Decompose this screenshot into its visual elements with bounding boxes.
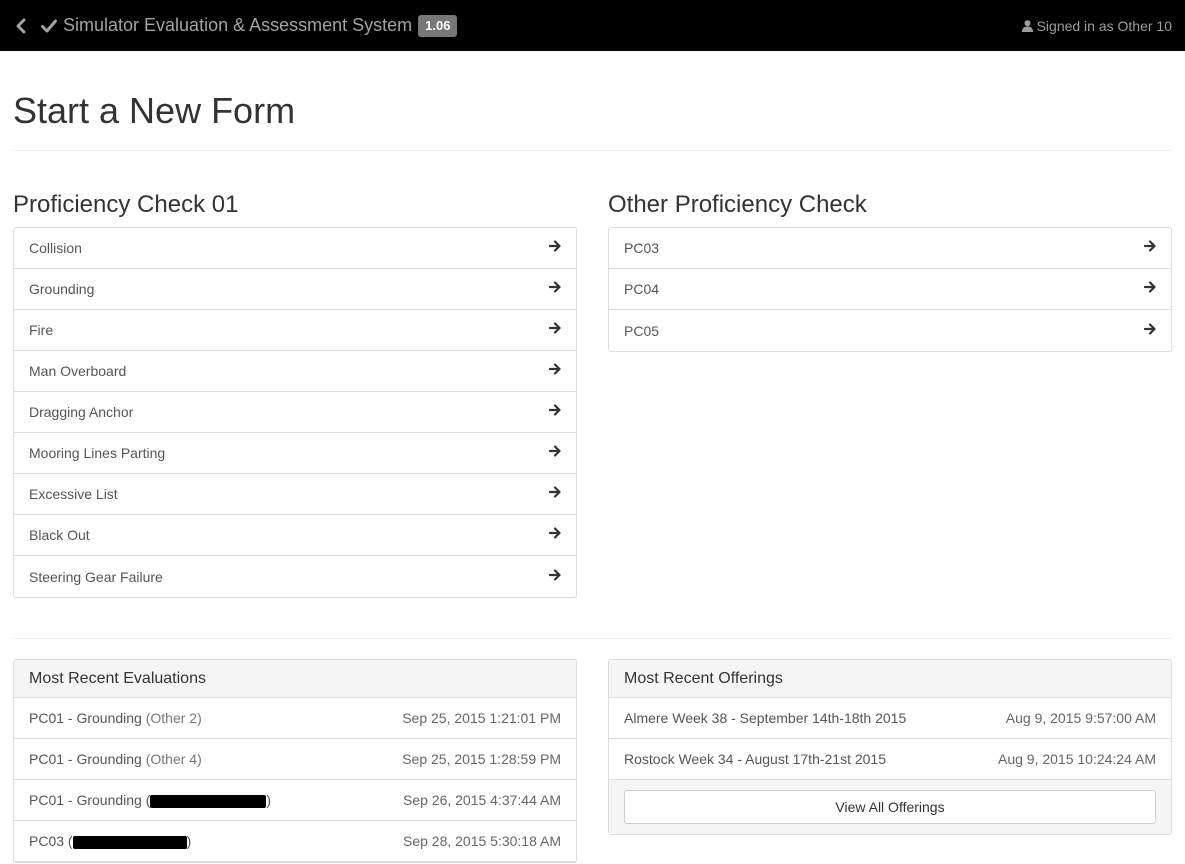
arrow-right-icon bbox=[549, 568, 561, 581]
evaluation-person: Other 2 bbox=[150, 710, 198, 726]
recent-offerings-panel: Most Recent Offerings Almere Week 38 - S… bbox=[608, 659, 1172, 835]
signed-in-link[interactable]: Signed in as Other 10 bbox=[1021, 17, 1172, 34]
evaluation-timestamp: Sep 28, 2015 5:30:18 AM bbox=[402, 833, 561, 849]
brand-link[interactable]: Simulator Evaluation & Assessment System… bbox=[41, 14, 458, 37]
signed-in-text: Signed in as Other 10 bbox=[1036, 17, 1172, 34]
back-button[interactable] bbox=[13, 14, 29, 38]
recent-evaluations-column: Most Recent Evaluations PC01 - Grounding… bbox=[13, 659, 577, 863]
form-item-man-overboard[interactable]: Man Overboard bbox=[14, 351, 576, 392]
form-item-label: Grounding bbox=[29, 281, 95, 297]
evaluation-close-paren: ) bbox=[197, 710, 202, 726]
offering-row[interactable]: Rostock Week 34 - August 17th-21st 2015 … bbox=[609, 739, 1171, 780]
page-title: Start a New Form bbox=[13, 91, 1172, 151]
arrow-right-icon bbox=[549, 322, 561, 334]
recent-offerings-title: Most Recent Offerings bbox=[609, 660, 1171, 698]
evaluation-timestamp: Sep 25, 2015 1:21:01 PM bbox=[402, 710, 561, 726]
evaluation-row[interactable]: PC01 - Grounding (Other 4) Sep 25, 2015 … bbox=[14, 739, 576, 780]
evaluation-label: PC01 - Grounding (Other 2) bbox=[29, 710, 202, 726]
offering-name: Rostock Week 34 - August 17th-21st 2015 bbox=[624, 751, 887, 767]
form-item-mooring-lines-parting[interactable]: Mooring Lines Parting bbox=[14, 433, 576, 474]
offering-timestamp: Aug 9, 2015 9:57:00 AM bbox=[1005, 710, 1156, 726]
pc01-list: Collision Grounding Fire Man Overboard D… bbox=[13, 227, 577, 598]
offering-name: Almere Week 38 - September 14th-18th 201… bbox=[624, 710, 907, 726]
form-item-label: Fire bbox=[29, 322, 54, 338]
form-item-dragging-anchor[interactable]: Dragging Anchor bbox=[14, 392, 576, 433]
form-item-label: PC03 bbox=[624, 240, 660, 256]
form-item-grounding[interactable]: Grounding bbox=[14, 269, 576, 310]
top-navbar: Simulator Evaluation & Assessment System… bbox=[0, 0, 1185, 51]
main-container: Start a New Form Proficiency Check 01 Co… bbox=[0, 91, 1185, 863]
arrow-right-icon bbox=[549, 363, 561, 375]
evaluation-close-paren: ) bbox=[186, 833, 192, 849]
other-pc-title: Other Proficiency Check bbox=[608, 191, 867, 218]
form-item-steering-gear-failure[interactable]: Steering Gear Failure bbox=[14, 556, 576, 597]
form-item-label: Excessive List bbox=[29, 486, 118, 502]
evaluation-row[interactable]: PC01 - Grounding () Sep 26, 2015 4:37:44… bbox=[14, 780, 576, 821]
arrow-right-icon bbox=[549, 486, 561, 498]
form-item-fire[interactable]: Fire bbox=[14, 310, 576, 351]
arrow-right-icon bbox=[549, 445, 561, 457]
form-item-pc05[interactable]: PC05 bbox=[609, 310, 1171, 351]
other-pc-column: Other Proficiency Check PC03 PC04 PC05 bbox=[608, 151, 1172, 598]
chevron-left-icon bbox=[16, 18, 26, 33]
form-item-pc03[interactable]: PC03 bbox=[609, 228, 1171, 269]
evaluation-form: PC01 - Grounding bbox=[29, 710, 142, 726]
redacted-name bbox=[72, 835, 187, 849]
form-item-label: Mooring Lines Parting bbox=[29, 445, 166, 461]
form-item-label: Man Overboard bbox=[29, 363, 127, 379]
recent-evaluations-panel: Most Recent Evaluations PC01 - Grounding… bbox=[13, 659, 577, 863]
form-item-black-out[interactable]: Black Out bbox=[14, 515, 576, 556]
recent-row: Most Recent Evaluations PC01 - Grounding… bbox=[13, 659, 1172, 863]
form-item-label: Steering Gear Failure bbox=[29, 568, 163, 585]
form-item-label: PC04 bbox=[624, 281, 660, 297]
form-item-excessive-list[interactable]: Excessive List bbox=[14, 474, 576, 515]
form-item-label: Dragging Anchor bbox=[29, 404, 134, 420]
view-all-offerings-button[interactable]: View All Offerings bbox=[624, 790, 1156, 824]
redacted-name bbox=[150, 794, 267, 808]
evaluation-label: PC03 () bbox=[29, 833, 191, 849]
evaluation-open-paren: ( bbox=[141, 792, 151, 808]
evaluation-close-paren: ) bbox=[197, 751, 202, 767]
pc01-column: Proficiency Check 01 Collision Grounding… bbox=[13, 151, 577, 598]
recent-offerings-column: Most Recent Offerings Almere Week 38 - S… bbox=[608, 659, 1172, 863]
forms-row: Proficiency Check 01 Collision Grounding… bbox=[13, 151, 1172, 598]
arrow-right-icon bbox=[549, 240, 561, 252]
evaluation-label: PC01 - Grounding () bbox=[29, 792, 271, 808]
arrow-right-icon bbox=[1144, 322, 1156, 335]
arrow-right-icon bbox=[1144, 240, 1156, 252]
evaluation-timestamp: Sep 25, 2015 1:28:59 PM bbox=[402, 751, 561, 767]
arrow-right-icon bbox=[1144, 281, 1156, 293]
other-pc-list: PC03 PC04 PC05 bbox=[608, 227, 1172, 352]
evaluation-open-paren: ( bbox=[64, 833, 73, 849]
form-item-label: Collision bbox=[29, 240, 82, 256]
evaluation-form: PC01 - Grounding bbox=[29, 751, 142, 767]
evaluation-close-paren: ) bbox=[266, 792, 272, 808]
evaluation-person: Other 4 bbox=[150, 751, 198, 767]
pc01-title: Proficiency Check 01 bbox=[13, 191, 239, 218]
form-item-label: Black Out bbox=[29, 527, 90, 543]
section-divider bbox=[13, 638, 1172, 639]
app-title: Simulator Evaluation & Assessment System bbox=[63, 15, 413, 35]
offering-row[interactable]: Almere Week 38 - September 14th-18th 201… bbox=[609, 698, 1171, 739]
recent-evaluations-title: Most Recent Evaluations bbox=[14, 660, 576, 698]
arrow-right-icon bbox=[549, 404, 561, 416]
check-icon bbox=[41, 19, 57, 33]
offerings-footer: View All Offerings bbox=[609, 780, 1171, 834]
version-badge: 1.06 bbox=[418, 14, 458, 37]
evaluation-row[interactable]: PC03 () Sep 28, 2015 5:30:18 AM bbox=[14, 821, 576, 862]
evaluation-row[interactable]: PC01 - Grounding (Other 2) Sep 25, 2015 … bbox=[14, 698, 576, 739]
arrow-right-icon bbox=[549, 527, 561, 539]
evaluation-label: PC01 - Grounding (Other 4) bbox=[29, 751, 202, 767]
user-icon bbox=[1021, 19, 1033, 32]
offering-timestamp: Aug 9, 2015 10:24:24 AM bbox=[997, 751, 1156, 767]
evaluation-form: PC03 bbox=[29, 833, 65, 849]
evaluation-form: PC01 - Grounding bbox=[29, 792, 142, 808]
evaluation-timestamp: Sep 26, 2015 4:37:44 AM bbox=[402, 792, 561, 808]
form-item-label: PC05 bbox=[624, 322, 660, 339]
form-item-pc04[interactable]: PC04 bbox=[609, 269, 1171, 310]
form-item-collision[interactable]: Collision bbox=[14, 228, 576, 269]
arrow-right-icon bbox=[549, 281, 561, 293]
